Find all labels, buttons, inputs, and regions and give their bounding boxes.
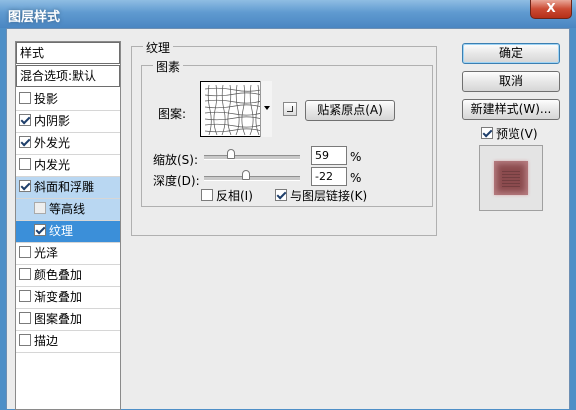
blend-options-item[interactable]: 混合选项:默认 xyxy=(16,65,120,87)
style-item-drop-shadow[interactable]: 投影 xyxy=(16,89,120,111)
title-bar: 图层样式 X xyxy=(0,0,576,28)
style-preview xyxy=(479,145,543,211)
style-item-inner-glow[interactable]: 内发光 xyxy=(16,155,120,177)
new-preset-icon[interactable] xyxy=(283,102,297,116)
close-button[interactable]: X xyxy=(530,0,572,19)
depth-unit: % xyxy=(350,171,362,185)
style-item-inner-shadow[interactable]: 内阴影 xyxy=(16,111,120,133)
styles-header[interactable]: 样式 xyxy=(16,42,120,64)
scale-unit: % xyxy=(350,150,362,164)
window-title: 图层样式 xyxy=(8,10,61,25)
invert-label: 反相(I) xyxy=(216,189,253,203)
style-item-color-overlay[interactable]: 颜色叠加 xyxy=(16,265,120,287)
texture-group-title: 纹理 xyxy=(143,39,174,56)
invert-option[interactable]: 反相(I) xyxy=(201,187,253,204)
checkbox[interactable] xyxy=(19,246,31,258)
pattern-thumbnail xyxy=(205,85,265,135)
pattern-label: 图案: xyxy=(158,107,187,121)
style-item-label: 内发光 xyxy=(34,158,71,172)
checkbox[interactable] xyxy=(19,334,31,346)
checkbox[interactable] xyxy=(19,92,31,104)
depth-slider-thumb[interactable] xyxy=(242,170,250,180)
cancel-button[interactable]: 取消 xyxy=(462,71,560,92)
style-item-satin[interactable]: 光泽 xyxy=(16,243,120,265)
style-item-label: 外发光 xyxy=(34,136,71,150)
new-style-button[interactable]: 新建样式(W)... xyxy=(462,99,560,120)
style-list: 样式 混合选项:默认 投影 内阴影 外发光 内发光 斜面和浮雕 等高线 纹理 光… xyxy=(15,41,121,410)
style-item-label: 渐变叠加 xyxy=(34,290,83,304)
style-item-label: 纹理 xyxy=(49,224,74,238)
styles-header-label: 样式 xyxy=(20,46,45,60)
scale-label: 缩放(S): xyxy=(153,153,199,167)
depth-slider[interactable] xyxy=(204,176,300,181)
preview-option[interactable]: 预览(V) xyxy=(481,125,538,142)
ok-button[interactable]: 确定 xyxy=(462,43,560,64)
preview-swatch xyxy=(494,161,528,195)
style-item-label: 描边 xyxy=(34,334,59,348)
elements-group-title: 图素 xyxy=(153,58,184,75)
style-item-texture[interactable]: 纹理 xyxy=(16,221,120,243)
style-item-bevel-emboss[interactable]: 斜面和浮雕 xyxy=(16,177,120,199)
style-item-pattern-overlay[interactable]: 图案叠加 xyxy=(16,309,120,331)
checkbox[interactable] xyxy=(19,158,31,170)
dialog-body: 样式 混合选项:默认 投影 内阴影 外发光 内发光 斜面和浮雕 等高线 纹理 光… xyxy=(6,28,570,410)
checkbox[interactable] xyxy=(19,268,31,280)
scale-slider-thumb[interactable] xyxy=(227,149,235,159)
style-item-label: 图案叠加 xyxy=(34,312,83,326)
link-with-layer-option[interactable]: 与图层链接(K) xyxy=(275,187,367,204)
scale-slider[interactable] xyxy=(204,155,300,160)
checkbox[interactable] xyxy=(19,180,31,192)
invert-checkbox[interactable] xyxy=(201,189,213,201)
checkbox[interactable] xyxy=(19,312,31,324)
style-item-label: 投影 xyxy=(34,92,59,106)
preview-checkbox[interactable] xyxy=(481,127,493,139)
style-item-label: 内阴影 xyxy=(34,114,71,128)
checkbox[interactable] xyxy=(19,136,31,148)
preview-label: 预览(V) xyxy=(496,127,538,141)
style-item-gradient-overlay[interactable]: 渐变叠加 xyxy=(16,287,120,309)
style-item-label: 光泽 xyxy=(34,246,59,260)
style-item-label: 等高线 xyxy=(49,202,86,216)
close-icon: X xyxy=(546,1,556,15)
style-item-label: 斜面和浮雕 xyxy=(34,180,95,194)
checkbox[interactable] xyxy=(34,202,46,214)
blend-options-label: 混合选项:默认 xyxy=(20,69,97,83)
scale-input[interactable]: 59 xyxy=(311,146,347,165)
checkbox[interactable] xyxy=(19,290,31,302)
snap-to-origin-button[interactable]: 贴紧原点(A) xyxy=(305,100,395,121)
link-with-layer-label: 与图层链接(K) xyxy=(290,189,368,203)
checkbox[interactable] xyxy=(19,114,31,126)
style-item-outer-glow[interactable]: 外发光 xyxy=(16,133,120,155)
link-with-layer-checkbox[interactable] xyxy=(275,189,287,201)
style-item-stroke[interactable]: 描边 xyxy=(16,331,120,353)
depth-input[interactable]: -22 xyxy=(311,167,347,186)
checkbox[interactable] xyxy=(34,224,46,236)
pattern-dropdown-arrow[interactable] xyxy=(260,81,272,137)
depth-label: 深度(D): xyxy=(153,174,200,188)
style-item-contour[interactable]: 等高线 xyxy=(16,199,120,221)
style-item-label: 颜色叠加 xyxy=(34,268,83,282)
